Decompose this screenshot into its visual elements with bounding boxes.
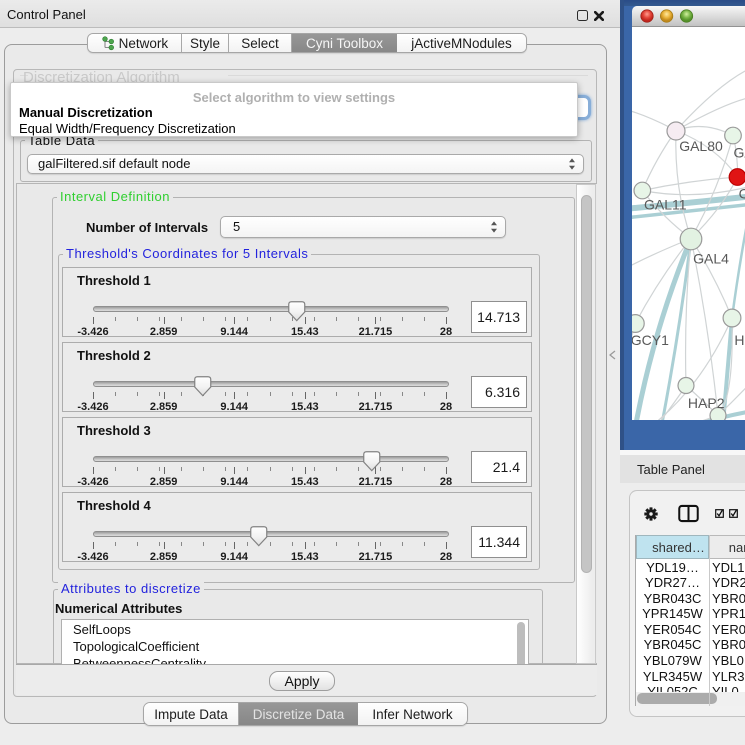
svg-text:GAL80: GAL80 — [679, 138, 723, 154]
svg-text:CY: CY — [739, 186, 745, 202]
svg-text:HAP2: HAP2 — [688, 395, 725, 411]
svg-text:H: H — [734, 332, 744, 348]
svg-text:GAL4: GAL4 — [693, 251, 729, 267]
svg-text:GCY1: GCY1 — [632, 332, 669, 348]
svg-text:GA: GA — [734, 145, 745, 161]
svg-text:GAL11: GAL11 — [644, 197, 687, 213]
